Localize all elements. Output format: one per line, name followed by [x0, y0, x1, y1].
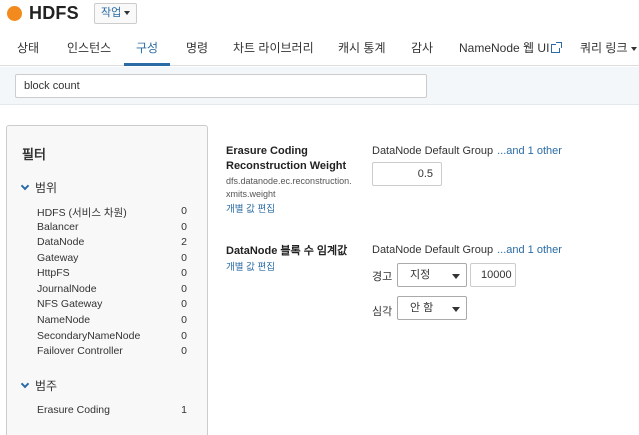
critical-label: 심각 — [372, 306, 393, 318]
caret-down-icon — [452, 274, 460, 279]
edit-individual-values-link[interactable]: 개별 값 편집 — [226, 259, 275, 273]
filter-item[interactable]: HDFS (서비스 차원) 0 — [37, 205, 187, 220]
and-others-link[interactable]: ...and 1 other — [497, 145, 562, 157]
caret-down-icon — [630, 46, 637, 51]
search-bar — [0, 67, 639, 105]
service-status-icon — [7, 6, 22, 21]
edit-individual-values-link[interactable]: 개별 값 편집 — [226, 201, 275, 215]
caret-down-icon — [452, 307, 460, 312]
filter-item[interactable]: SecondaryNameNode 0 — [37, 330, 187, 345]
filter-item[interactable]: DataNode 2 — [37, 236, 187, 251]
filter-item[interactable]: HttpFS 0 — [37, 267, 187, 282]
external-link-icon — [551, 42, 563, 53]
tab-chart-library[interactable]: 차트 라이브러리 — [233, 36, 314, 66]
and-others-link[interactable]: ...and 1 other — [497, 244, 562, 256]
tab-status[interactable]: 상태 — [17, 36, 39, 66]
tab-configuration[interactable]: 구성 — [124, 36, 170, 66]
warning-label: 경고 — [372, 271, 393, 283]
config-value-input[interactable]: 0.5 — [372, 162, 442, 186]
role-group-name: DataNode Default Group ...and 1 other — [372, 145, 562, 157]
category-group-toggle[interactable]: 범주 — [20, 377, 57, 394]
tab-instances[interactable]: 인스턴스 — [67, 36, 111, 66]
filter-item[interactable]: Erasure Coding 1 — [37, 404, 187, 419]
tab-audit[interactable]: 감사 — [411, 36, 433, 66]
filter-item[interactable]: Failover Controller 0 — [37, 345, 187, 360]
critical-threshold-select[interactable]: 안 함 — [397, 296, 467, 320]
filter-item[interactable]: JournalNode 0 — [37, 283, 187, 298]
chevron-down-icon — [20, 181, 30, 191]
filter-item[interactable]: Balancer 0 — [37, 221, 187, 236]
filter-item[interactable]: Gateway 0 — [37, 252, 187, 267]
service-header: HDFS 작업 — [0, 0, 639, 30]
filter-title: 필터 — [22, 147, 46, 162]
filter-panel: 필터 범위 HDFS (서비스 차원) 0 Balancer 0 DataNode 2… — [6, 125, 208, 435]
tab-namenode-web-ui[interactable]: NameNode 웹 UI — [459, 36, 563, 66]
config-label: DataNode 블록 수 임계값 — [226, 245, 348, 257]
tab-quick-links[interactable]: 쿼리 링크 — [580, 36, 637, 66]
caret-down-icon — [124, 11, 131, 16]
role-group-name: DataNode Default Group ...and 1 other — [372, 244, 562, 256]
filter-item[interactable]: NameNode 0 — [37, 314, 187, 329]
service-title: HDFS — [29, 3, 79, 23]
config-search-input[interactable] — [15, 74, 427, 98]
warning-threshold-select[interactable]: 지정 — [397, 263, 467, 287]
tab-bar: 상태 인스턴스 구성 명령 차트 라이브러리 캐시 통계 감사 NameNode… — [0, 36, 639, 66]
warning-threshold-input[interactable]: 10000 — [470, 263, 516, 287]
tab-commands[interactable]: 명령 — [186, 36, 208, 66]
actions-label: 작업 — [101, 7, 122, 19]
config-label: Erasure Coding Reconstruction Weight — [226, 145, 347, 172]
tab-cache-stats[interactable]: 캐시 통계 — [338, 36, 386, 66]
scope-group-toggle[interactable]: 범위 — [20, 179, 57, 196]
filter-item[interactable]: NFS Gateway 0 — [37, 298, 187, 313]
config-property-key: dfs.datanode.ec.reconstruction. xmits.we… — [226, 176, 352, 199]
actions-dropdown-button[interactable]: 작업 — [94, 3, 138, 24]
chevron-down-icon — [20, 379, 30, 389]
